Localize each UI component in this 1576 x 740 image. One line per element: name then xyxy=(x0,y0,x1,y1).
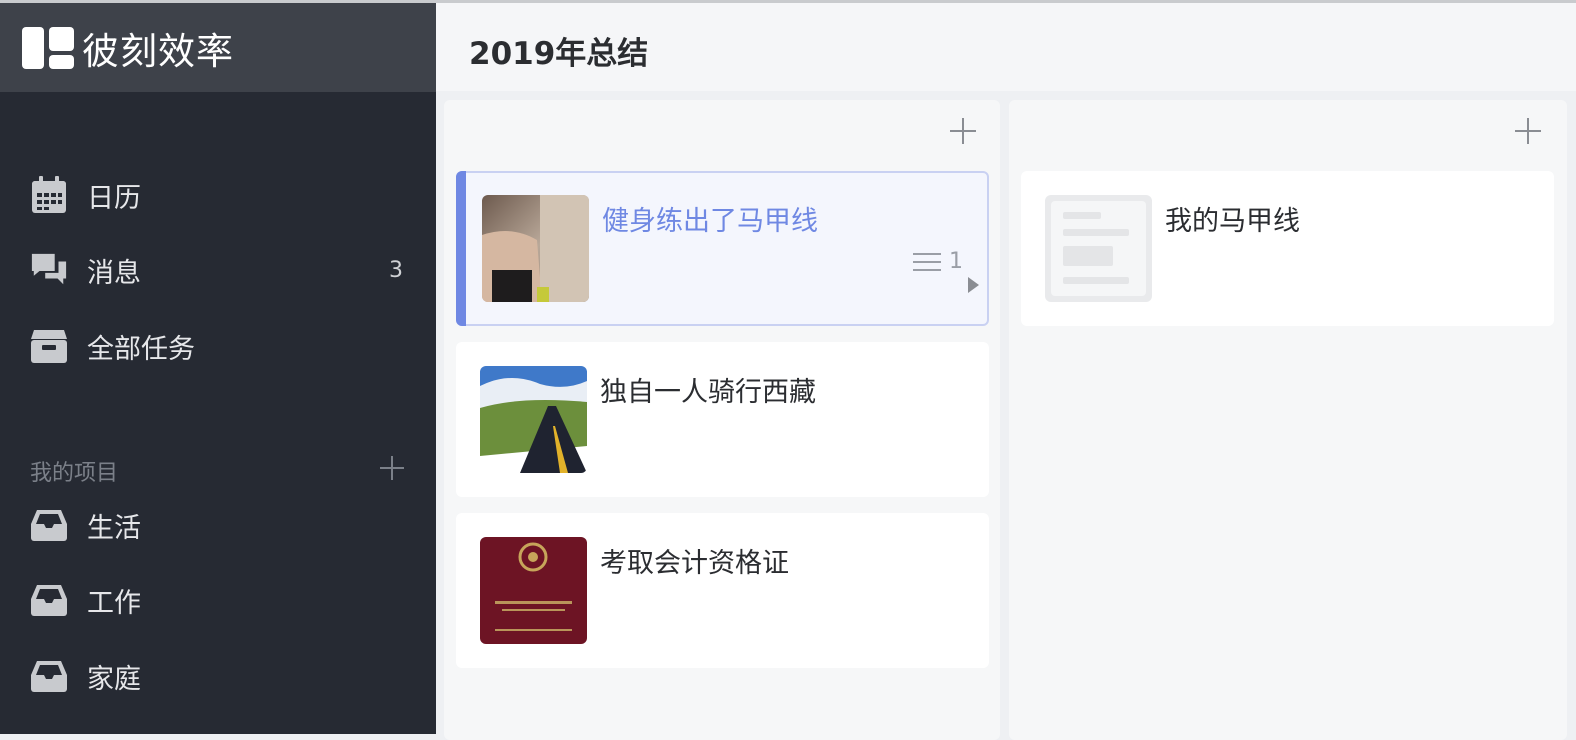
inbox-tray-icon xyxy=(30,581,68,619)
selected-accent-bar xyxy=(456,171,466,326)
task-card-tibet-ride[interactable]: 独自一人骑行西藏 xyxy=(456,342,989,497)
card-title: 健身练出了马甲线 xyxy=(602,206,818,237)
sidebar-item-messages[interactable]: 消息 3 xyxy=(0,240,436,300)
brand-title: 彼刻效率 xyxy=(82,29,234,73)
sidebar-item-label: 家庭 xyxy=(87,663,141,695)
sidebar-item-label: 消息 xyxy=(87,257,141,289)
sidebar-item-project-work[interactable]: 工作 xyxy=(0,570,436,630)
comment-count-value: 1 xyxy=(949,249,963,274)
main-area: 2019年总结 健身练出了马甲线 1 独自一人骑行西藏 考取会计资格证 我的马甲… xyxy=(436,3,1576,740)
archive-box-icon xyxy=(30,327,68,365)
inbox-tray-icon xyxy=(30,657,68,695)
card-thumbnail-certificate-photo xyxy=(480,537,587,644)
sidebar-item-label: 日历 xyxy=(87,182,141,214)
sidebar-item-label: 工作 xyxy=(87,587,141,619)
sidebar-item-project-life[interactable]: 生活 xyxy=(0,495,436,555)
comment-count: 1 xyxy=(913,249,963,274)
card-title: 考取会计资格证 xyxy=(600,548,789,579)
add-project-button[interactable] xyxy=(380,456,404,480)
calendar-icon xyxy=(30,176,68,214)
card-title: 我的马甲线 xyxy=(1165,206,1300,237)
projects-section-title: 我的项目 xyxy=(30,461,119,486)
card-thumbnail-abs-photo xyxy=(482,195,589,302)
inbox-tray-icon xyxy=(30,506,68,544)
page-header: 2019年总结 xyxy=(436,3,1576,91)
logo-icon xyxy=(22,26,74,69)
task-card-my-abs[interactable]: 我的马甲线 xyxy=(1021,171,1554,326)
card-title: 独自一人骑行西藏 xyxy=(600,377,816,408)
add-card-button[interactable] xyxy=(1515,118,1541,144)
sidebar-item-all-tasks[interactable]: 全部任务 xyxy=(0,316,436,376)
lines-icon xyxy=(913,252,941,271)
sidebar-item-calendar[interactable]: 日历 xyxy=(0,165,436,225)
task-card-accounting-cert[interactable]: 考取会计资格证 xyxy=(456,513,989,668)
sidebar-item-project-family[interactable]: 家庭 xyxy=(0,646,436,706)
page-title: 2019年总结 xyxy=(469,36,649,72)
sidebar-item-label: 生活 xyxy=(87,512,141,544)
chat-bubbles-icon xyxy=(30,251,68,289)
board-column-2: 我的马甲线 xyxy=(1009,100,1567,740)
add-card-button[interactable] xyxy=(950,118,976,144)
board-column-1: 健身练出了马甲线 1 独自一人骑行西藏 考取会计资格证 xyxy=(444,100,1000,740)
unread-count-badge: 3 xyxy=(389,257,403,283)
sidebar: 彼刻效率 日历 消息 3 全部任务 我的项目 生活 工作 家庭 xyxy=(0,3,436,734)
card-thumbnail-road-photo xyxy=(480,366,587,473)
sidebar-item-label: 全部任务 xyxy=(87,333,195,365)
task-card-fitness[interactable]: 健身练出了马甲线 1 xyxy=(456,171,989,326)
brand-bar[interactable]: 彼刻效率 xyxy=(0,3,436,92)
expand-arrow-icon[interactable] xyxy=(968,277,979,293)
document-placeholder-icon xyxy=(1045,195,1152,302)
